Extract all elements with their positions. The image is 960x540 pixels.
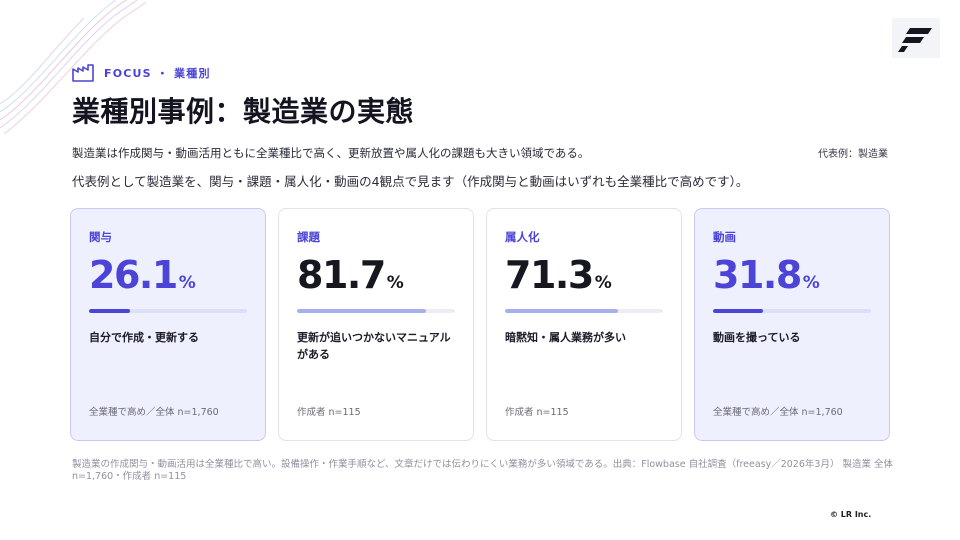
progress-bar xyxy=(297,309,455,313)
progress-bar xyxy=(713,309,871,313)
page-title: 業種別事例：製造業の実態 xyxy=(72,95,415,128)
card-label: 属人化 xyxy=(505,230,540,244)
card-note: 作成者 n=115 xyxy=(505,407,569,418)
section-kicker: FOCUS ・ 業種別 xyxy=(72,64,211,82)
progress-bar-fill xyxy=(297,309,427,313)
card-label: 動画 xyxy=(713,230,736,244)
metric-value: 81.7 xyxy=(297,253,386,297)
metric-unit: % xyxy=(386,273,404,293)
lead-text-secondary: 代表例として製造業を、関与・課題・属人化・動画の4観点で見ます（作成関与と動画は… xyxy=(72,174,749,189)
card-note: 作成者 n=115 xyxy=(297,407,361,418)
metric: 31.8 % xyxy=(713,253,871,297)
metric-card-issues: 課題 81.7 % 更新が追いつかないマニュアルがある 作成者 n=115 xyxy=(278,208,474,441)
kicker-label: FOCUS ・ 業種別 xyxy=(104,67,211,80)
metric-value: 71.3 xyxy=(505,253,594,297)
metric-card-involvement: 関与 26.1 % 自分で作成・更新する 全業種で高め／全体 n=1,760 xyxy=(70,208,266,441)
card-note: 全業種で高め／全体 n=1,760 xyxy=(89,407,219,418)
progress-bar-fill xyxy=(713,309,764,313)
metric-value: 26.1 xyxy=(89,253,178,297)
metric-card-tacit-knowledge: 属人化 71.3 % 暗黙知・属人業務が多い 作成者 n=115 xyxy=(486,208,682,441)
card-description: 更新が追いつかないマニュアルがある xyxy=(297,331,451,361)
card-label: 関与 xyxy=(89,230,112,244)
metric-unit: % xyxy=(594,273,612,293)
copyright: © LR Inc. xyxy=(830,510,872,519)
metric: 81.7 % xyxy=(297,253,455,297)
card-description: 動画を撮っている xyxy=(713,331,801,344)
progress-bar xyxy=(505,309,663,313)
card-description: 自分で作成・更新する xyxy=(89,331,199,344)
progress-bar-fill xyxy=(89,309,131,313)
metric-card-video: 動画 31.8 % 動画を撮っている 全業種で高め／全体 n=1,760 xyxy=(694,208,890,441)
metric: 71.3 % xyxy=(505,253,663,297)
metric: 26.1 % xyxy=(89,253,247,297)
metric-unit: % xyxy=(802,273,820,293)
metric-value: 31.8 xyxy=(713,253,802,297)
source-footnote: 製造業の作成関与・動画活用は全業種比で高い。設備操作・作業手順など、文章だけでは… xyxy=(72,459,893,482)
card-note: 全業種で高め／全体 n=1,760 xyxy=(713,407,843,418)
metric-unit: % xyxy=(178,273,196,293)
card-label: 課題 xyxy=(297,230,320,244)
progress-bar-fill xyxy=(505,309,618,313)
factory-icon xyxy=(72,64,94,82)
progress-bar xyxy=(89,309,247,313)
lead-text: 製造業は作成関与・動画活用ともに全業種比で高く、更新放置や属人化の課題も大きい領… xyxy=(72,146,590,160)
metric-cards: 関与 26.1 % 自分で作成・更新する 全業種で高め／全体 n=1,760 課… xyxy=(70,208,890,441)
brand-logo-icon xyxy=(892,18,940,58)
sample-label: 代表例：製造業 xyxy=(818,149,888,160)
card-description: 暗黙知・属人業務が多い xyxy=(505,331,626,344)
